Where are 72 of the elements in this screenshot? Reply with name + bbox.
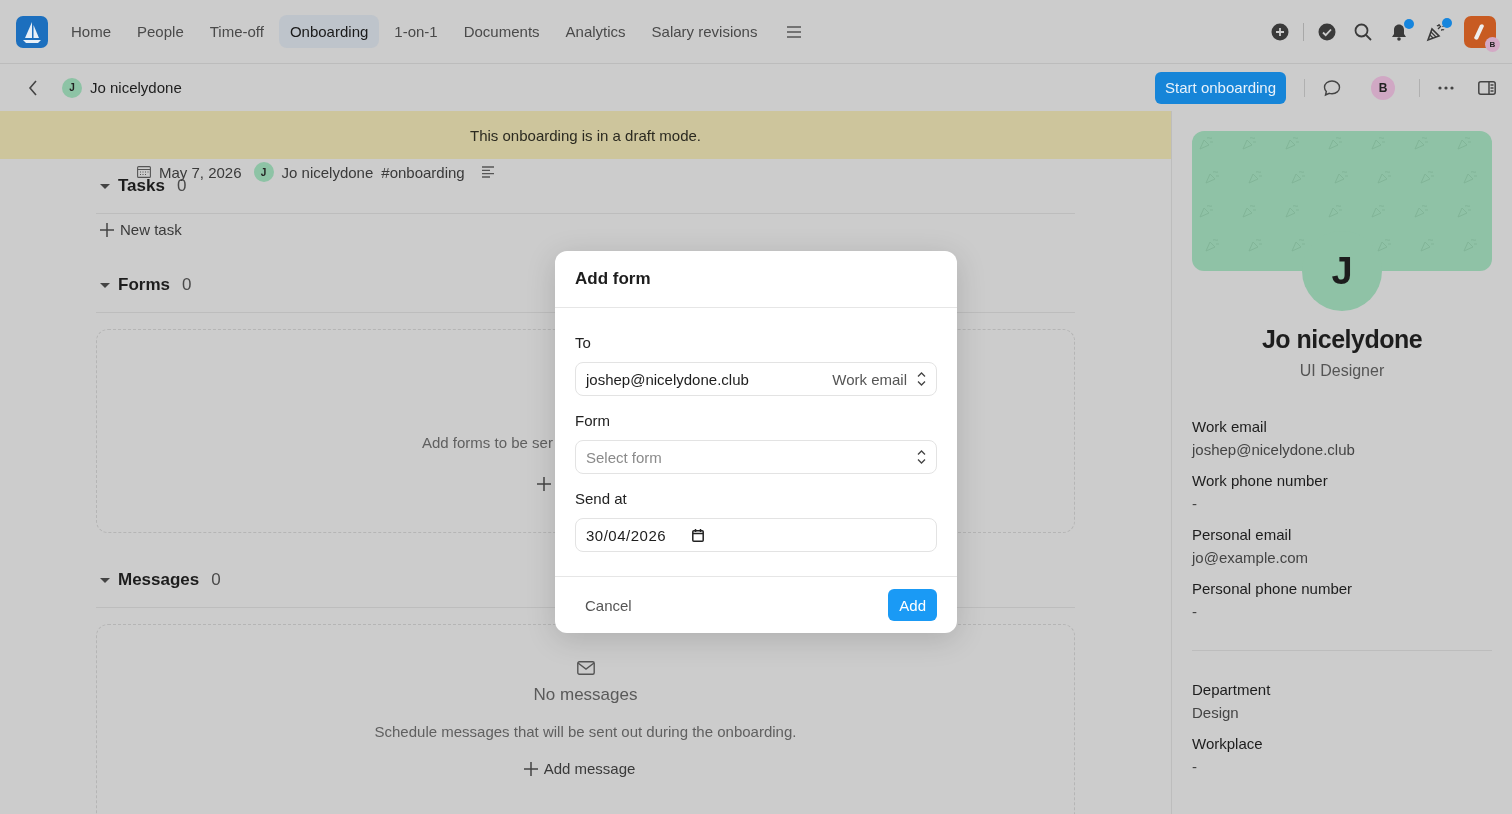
user-avatar[interactable]: B bbox=[1371, 75, 1395, 100]
nav-tab[interactable]: People bbox=[126, 15, 195, 48]
section-title: Forms bbox=[118, 275, 170, 295]
field-value: - bbox=[1192, 603, 1198, 620]
nav-tab[interactable]: 1-on-1 bbox=[383, 15, 449, 48]
more-icon[interactable] bbox=[1438, 85, 1454, 90]
collapse-caret-icon[interactable] bbox=[100, 181, 110, 191]
profile-name: Jo nicelydone bbox=[1260, 325, 1424, 354]
person-name: Jo nicelydone bbox=[90, 79, 182, 96]
empty-state-description: Add forms to be ser bbox=[422, 434, 553, 451]
field-label: Work email bbox=[1192, 418, 1268, 435]
item-count: 0 bbox=[181, 275, 192, 295]
field-label: Department bbox=[1192, 681, 1272, 698]
add-icon[interactable] bbox=[1271, 22, 1289, 41]
collapse-caret-icon[interactable] bbox=[100, 575, 110, 585]
bell-icon[interactable] bbox=[1390, 22, 1408, 41]
field-label: Personal phone number bbox=[1192, 580, 1354, 597]
field-value: Design bbox=[1192, 704, 1240, 721]
field-label: Work phone number bbox=[1192, 472, 1329, 489]
chevron-updown-icon bbox=[917, 450, 926, 464]
menu-icon[interactable] bbox=[786, 24, 803, 39]
start-onboarding-button[interactable]: Start onboarding bbox=[1155, 71, 1286, 104]
calendar-icon bbox=[137, 166, 151, 178]
collapse-caret-icon[interactable] bbox=[100, 280, 110, 290]
item-count: 0 bbox=[211, 570, 221, 590]
nav-tab[interactable]: Home bbox=[60, 15, 122, 48]
nav-tab[interactable]: Analytics bbox=[554, 15, 637, 48]
field-label: Personal email bbox=[1192, 526, 1293, 543]
check-icon[interactable] bbox=[1318, 22, 1336, 41]
nav-tab[interactable]: Onboarding bbox=[278, 15, 380, 48]
draft-mode-banner: This onboarding is in a draft mode. bbox=[0, 111, 1171, 159]
side-panel-icon[interactable] bbox=[1478, 80, 1496, 95]
field-label: Workplace bbox=[1192, 735, 1264, 752]
comment-icon[interactable] bbox=[1323, 78, 1341, 97]
field-value: - bbox=[1192, 758, 1198, 775]
cancel-button[interactable]: Cancel bbox=[575, 590, 642, 620]
party-popper-icon[interactable] bbox=[1426, 21, 1446, 42]
align-left-icon[interactable] bbox=[480, 166, 495, 178]
tag-label: #onboarding bbox=[381, 163, 465, 181]
add-message-button[interactable]: Add message bbox=[523, 760, 636, 777]
mail-icon bbox=[576, 661, 595, 675]
logo-icon[interactable] bbox=[16, 15, 48, 48]
nav-tab[interactable]: Time-off bbox=[198, 15, 275, 48]
field-value: - bbox=[1192, 495, 1198, 512]
plus-icon bbox=[537, 477, 551, 491]
date-field[interactable]: 30/04/2026 bbox=[575, 518, 937, 552]
select-field[interactable]: joshep@nicelydone.club Work email bbox=[575, 362, 937, 396]
add-button[interactable]: Add bbox=[888, 589, 937, 621]
field-value: joshep@nicelydone.club bbox=[1192, 441, 1356, 458]
chevron-updown-icon bbox=[917, 372, 926, 386]
select-field[interactable]: Select form bbox=[575, 440, 937, 474]
avatar: J bbox=[253, 162, 274, 182]
plus-icon bbox=[100, 222, 114, 237]
section-title: Messages bbox=[118, 570, 200, 590]
field-label: Form bbox=[575, 412, 611, 429]
plus-icon bbox=[523, 761, 538, 776]
field-label: To bbox=[575, 334, 592, 351]
nav-tab[interactable]: Documents bbox=[452, 15, 551, 48]
workspace-logo-icon[interactable] bbox=[1464, 15, 1496, 48]
search-icon[interactable] bbox=[1354, 22, 1372, 41]
empty-state-title: No messages bbox=[533, 685, 638, 705]
field-value: jo@example.com bbox=[1192, 549, 1310, 566]
person-name: Jo nicelydone bbox=[281, 163, 374, 181]
avatar: J bbox=[62, 77, 82, 98]
nav-tab[interactable]: Salary revisions bbox=[640, 15, 769, 48]
empty-state-description: Schedule messages that will be sent out during the onboarding. bbox=[374, 723, 797, 740]
new-task-button[interactable]: New task bbox=[100, 221, 182, 238]
field-label: Send at bbox=[575, 490, 628, 507]
calendar-icon bbox=[692, 528, 705, 542]
back-icon[interactable] bbox=[28, 79, 38, 96]
job-title: UI Designer bbox=[1298, 362, 1386, 380]
dialog-title: Add form bbox=[555, 251, 957, 308]
